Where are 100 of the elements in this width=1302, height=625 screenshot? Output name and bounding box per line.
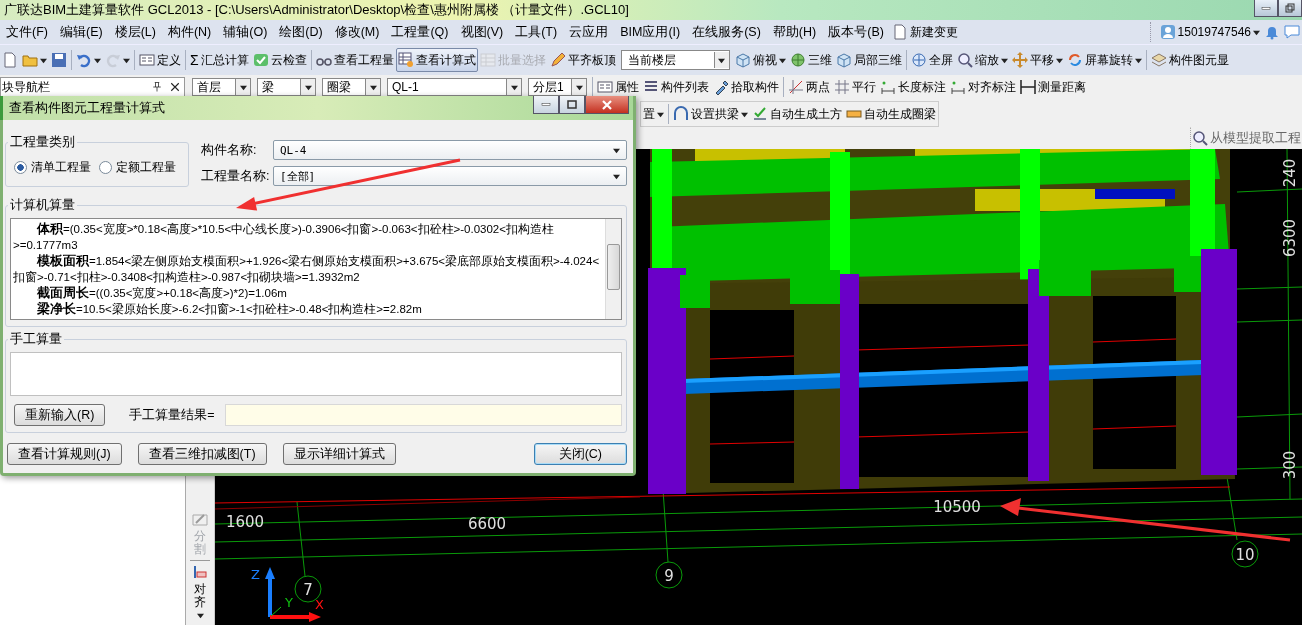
toolbar-button[interactable]: 自动生成圈梁 (844, 102, 938, 126)
dropdown[interactable]: 首层 (192, 78, 251, 96)
caret-icon (369, 83, 377, 91)
user-icon (1159, 24, 1176, 40)
line-icon (788, 79, 804, 95)
toolbar-button[interactable]: 局部三维 (833, 48, 904, 72)
toolbar-button[interactable]: 长度标注 (878, 77, 948, 97)
menu-item[interactable]: 文件(F) (0, 23, 54, 41)
table-icon (397, 52, 414, 68)
menu-item[interactable]: BIM应用(I) (614, 23, 687, 41)
caret-icon (1253, 28, 1260, 36)
move-icon (1011, 52, 1028, 68)
toolbar-button[interactable]: 平齐板顶 (547, 48, 618, 72)
grid-icon (479, 52, 496, 68)
radio-button[interactable] (99, 161, 112, 174)
toolbar-button[interactable]: 云检查 (250, 48, 309, 72)
toolbar-button[interactable]: 平移 (1009, 48, 1065, 72)
dropdown[interactable]: QL-1 (387, 78, 522, 96)
account-button[interactable]: 15019747546 (1157, 20, 1262, 44)
manual-input-field[interactable] (10, 352, 622, 396)
toolbar-button[interactable]: 构件图元显 (1148, 48, 1231, 72)
dialog-button[interactable]: 显示详细计算式 (282, 443, 396, 465)
dimension-label: 1600 (225, 513, 265, 531)
menu-item[interactable]: 工程量(Q) (385, 23, 455, 41)
menu-item[interactable]: 构件(N) (161, 23, 218, 41)
form-icon (139, 52, 155, 68)
toolbar-button[interactable]: 查看计算式 (395, 48, 478, 72)
menu-item[interactable]: 修改(M) (328, 23, 386, 41)
dialog-button[interactable]: 查看三维扣减图(T) (137, 443, 267, 465)
toolbar-button[interactable]: 查看工程量 (313, 48, 396, 72)
dimension-label: 240 (1281, 158, 1299, 188)
dropdown[interactable]: 分层1 (528, 78, 587, 96)
page-icon (891, 24, 908, 40)
layers-icon (1150, 52, 1167, 68)
menu-item[interactable]: 视图(V) (454, 23, 510, 41)
minimize-icon (541, 103, 551, 106)
menu-item[interactable]: 楼层(L) (108, 23, 162, 41)
caret-icon (304, 83, 312, 91)
toolbar-button[interactable]: 屏幕旋转 (1064, 48, 1144, 72)
checkmark-icon (752, 106, 768, 122)
dropdown[interactable]: QL-4 (273, 140, 627, 160)
minimize-button[interactable] (1254, 0, 1278, 17)
radio-button[interactable] (14, 161, 27, 174)
vertical-tool-label[interactable]: 对齐 (194, 582, 206, 609)
toolbar-button[interactable]: 置 (641, 102, 666, 126)
toolbar-button[interactable]: 俯视 (732, 48, 788, 72)
scrollbar[interactable] (605, 219, 621, 319)
reinput-button[interactable]: 重新输入(R) (14, 404, 106, 426)
axis-number: 7 (303, 581, 313, 599)
toolbar-button[interactable]: 设置拱梁 (671, 102, 750, 126)
bell-icon (1264, 24, 1280, 40)
menu-item[interactable]: 在线服务(S) (686, 23, 767, 41)
dropdown[interactable]: 当前楼层 (620, 50, 730, 70)
menu-item[interactable]: 云应用 (563, 23, 615, 41)
result-label: 手工算量结果= (129, 406, 215, 424)
caret-icon (613, 146, 620, 154)
maximize-button[interactable] (559, 96, 585, 114)
folder-icon (22, 52, 38, 68)
toolbar-button[interactable]: 拾取构件 (711, 77, 781, 97)
minimize-button[interactable] (533, 96, 559, 114)
rotate-icon (1066, 52, 1083, 68)
dropdown[interactable]: [全部] (273, 166, 627, 186)
toolbar-button[interactable]: 对齐标注 (948, 77, 1018, 97)
dialog-button[interactable]: 查看计算规则(J) (7, 443, 122, 465)
page-icon (2, 52, 18, 68)
toolbar-button[interactable]: 全屏 (908, 48, 955, 72)
axis-number: 10 (1235, 546, 1255, 564)
menu-item[interactable]: 工具(T) (509, 23, 564, 41)
radio-label[interactable]: 清单工程量 (31, 159, 91, 176)
toolbar-button[interactable]: 平行 (832, 77, 878, 97)
toolbar-button[interactable]: 两点 (786, 77, 832, 97)
formula-line: 梁净长=10.5<梁原始长度>-6.2<扣窗>-1<扣砼柱>-0.48<扣构造柱>=2.82m (36, 301, 423, 317)
formula-text-area[interactable] (10, 218, 622, 320)
arch-icon (673, 106, 689, 122)
radio-label[interactable]: 定额工程量 (116, 159, 176, 176)
toolbar-button[interactable]: 三维 (787, 48, 834, 72)
toolbar-button[interactable]: 自动生成土方 (750, 102, 844, 126)
close-button[interactable] (585, 96, 629, 114)
group-title: 计算机算量 (9, 197, 76, 214)
redo-icon (105, 52, 121, 68)
toolbar-button[interactable]: Σ 汇总计算 (188, 48, 251, 72)
new-change-button[interactable]: 新建变更 (889, 20, 960, 44)
menu-item[interactable]: 帮助(H) (766, 23, 823, 41)
dropdown[interactable]: 圈梁 (322, 78, 381, 96)
dropdown[interactable]: 梁 (257, 78, 316, 96)
menu-item[interactable]: 绘图(D) (273, 23, 329, 41)
dimension-label: 6300 (1281, 218, 1299, 258)
restore-button[interactable] (1278, 0, 1302, 17)
toolbar-button[interactable]: 属性 (595, 77, 641, 97)
menu-item[interactable]: 编辑(E) (53, 23, 109, 41)
dialog-button[interactable]: 关闭(C) (533, 443, 627, 465)
menu-item[interactable]: 版本号(B) (822, 23, 890, 41)
toolbar-button[interactable]: 缩放 (954, 48, 1010, 72)
result-field[interactable] (224, 404, 622, 426)
toolbar-button[interactable]: 定义 (137, 48, 183, 72)
check-icon (252, 52, 269, 68)
toolbar-button[interactable]: 构件列表 (641, 77, 711, 97)
menu-item[interactable]: 辅轴(O) (217, 23, 274, 41)
group-title: 工程量类别 (9, 134, 76, 151)
toolbar-button[interactable]: 测量距离 (1018, 77, 1088, 97)
